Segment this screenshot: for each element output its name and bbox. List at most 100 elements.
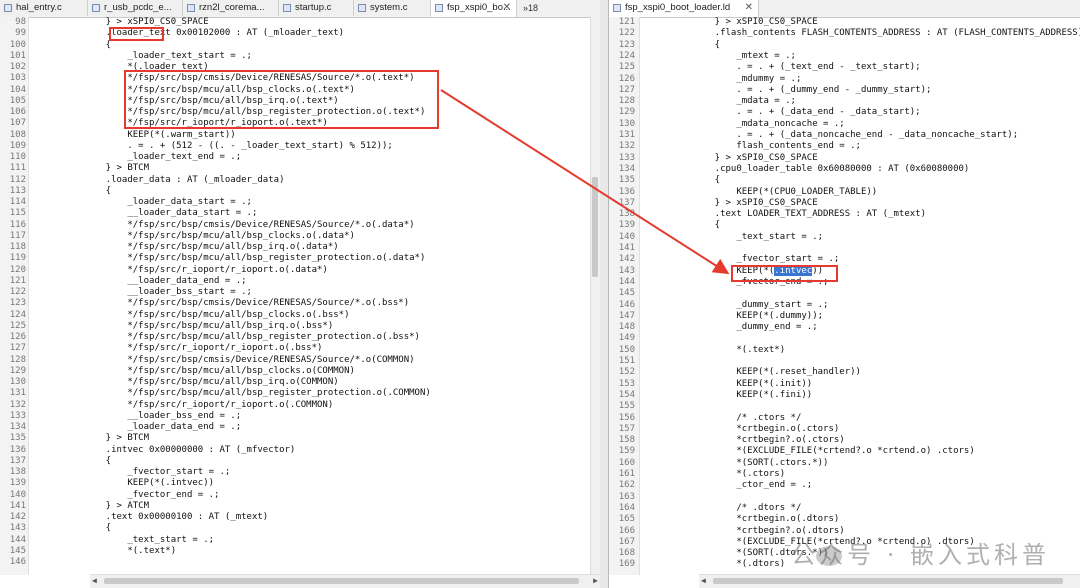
code-line: } > xSPI0_CS0_SPACE [693, 152, 818, 163]
code-line: .loader_data : AT (_mloader_data) [84, 174, 285, 185]
line-number: 162 [618, 480, 635, 491]
code-line: __loader_bss_end = .; [84, 410, 242, 421]
code-line: /* .ctors */ [693, 412, 802, 423]
code-line: *(.ctors) [693, 469, 786, 479]
right-hscroll-thumb[interactable] [713, 578, 1063, 584]
line-number: 150 [618, 344, 635, 355]
line-number: 123 [618, 39, 635, 50]
line-number: 121 [618, 17, 635, 27]
code-line: __loader_data_end = .; [84, 275, 247, 286]
line-number: 168 [618, 548, 635, 559]
close-tab-icon[interactable]: ✕ [745, 0, 753, 16]
line-number: 154 [618, 389, 635, 400]
code-line: { [84, 185, 112, 196]
line-number: 130 [618, 118, 635, 129]
line-number: 111 [9, 163, 26, 174]
line-number: 137 [9, 455, 26, 466]
line-number: 138 [618, 209, 635, 220]
code-line: KEEP(*(.dummy)); [693, 310, 824, 321]
code-line: .loader_text 0x00102000 : AT (_mloader_t… [84, 28, 345, 39]
code-line: KEEP(*(CPU0_LOADER_TABLE)) [693, 186, 878, 197]
tab-left-1[interactable]: r_usb_pcdc_e... [88, 0, 183, 16]
left-hscroll-thumb[interactable] [104, 578, 579, 584]
tab-left-4[interactable]: system.c [354, 0, 431, 16]
line-number: 139 [618, 220, 635, 231]
line-number: 164 [618, 502, 635, 513]
code-line: *(.text*) [84, 545, 177, 556]
tab-left-5[interactable]: fsp_xspi0_bo... ✕ [431, 0, 517, 17]
code-line: } > xSPI0_CS0_SPACE [693, 17, 818, 27]
close-tab-icon[interactable]: ✕ [503, 0, 511, 16]
tab-overflow-button[interactable]: »18 [523, 0, 538, 16]
code-line: _fvector_end = .; [693, 276, 829, 287]
code-line: _fvector_end = .; [84, 489, 220, 500]
line-number: 115 [9, 208, 26, 219]
line-number: 135 [9, 433, 26, 444]
line-number: 131 [618, 130, 635, 140]
line-number: 100 [9, 39, 26, 50]
line-number: 145 [9, 545, 26, 556]
code-line: *crtbegin?.o(.ctors) [693, 435, 845, 446]
left-code-area[interactable]: 98 } > xSPI0_CS0_SPACE 99 .loader_text 0x… [0, 17, 590, 575]
code-line: { [84, 455, 112, 466]
code-line: _text_start = .; [84, 534, 215, 545]
scroll-left-arrow-icon[interactable]: ◀ [701, 575, 706, 587]
code-line: */fsp/src/bsp/mcu/all/bsp_irq.o(.text*) [84, 95, 339, 106]
line-number: 134 [9, 422, 26, 432]
tab-right-0[interactable]: fsp_xspi0_boot_loader.ld ✕ [609, 0, 759, 17]
code-line: */fsp/src/bsp/cmsis/Device/RENESAS/Sourc… [84, 298, 410, 309]
line-number: 116 [9, 219, 26, 230]
code-line: } > BTCM [84, 163, 150, 174]
line-number: 151 [618, 356, 635, 366]
line-number: 104 [9, 84, 26, 95]
right-horizontal-scrollbar[interactable]: ◀ [699, 574, 1080, 588]
line-number: 136 [618, 186, 635, 197]
line-number: 124 [9, 309, 26, 320]
highlighted-token: .intvec [774, 265, 813, 276]
line-number: 105 [9, 95, 26, 106]
line-number: 102 [9, 62, 26, 72]
left-vertical-scrollbar[interactable] [590, 17, 600, 575]
line-number: 121 [9, 275, 26, 286]
code-line: */fsp/src/r_ioport/r_ioport.o(.bss*) [84, 343, 323, 354]
line-number: 117 [9, 230, 26, 241]
line-number: 108 [9, 129, 26, 140]
code-line: /* .dtors */ [693, 502, 802, 513]
line-number: 141 [9, 500, 26, 511]
line-number: 144 [618, 276, 635, 287]
code-line: { [693, 220, 721, 231]
code-line: { [693, 39, 721, 50]
left-scroll-thumb[interactable] [592, 177, 598, 277]
code-line: { [84, 39, 112, 50]
tab-left-3[interactable]: startup.c [279, 0, 354, 16]
line-number: 165 [618, 514, 635, 525]
code-line: KEEP(*(.warm_start)) [84, 129, 236, 140]
line-number: 129 [618, 107, 635, 118]
line-number: 143 [9, 523, 26, 534]
code-line: KEEP(*(.init)) [693, 378, 813, 389]
right-code-area[interactable]: 121 } > xSPI0_CS0_SPACE 122 .flash_conten… [609, 17, 1080, 575]
line-number: 101 [9, 50, 26, 61]
code-line: _ctor_end = .; [693, 480, 813, 491]
line-number: 167 [618, 536, 635, 547]
line-number: 141 [618, 243, 635, 253]
line-number: 124 [618, 50, 635, 61]
line-number: 128 [9, 354, 26, 365]
code-line: } > BTCM [84, 433, 150, 444]
line-number: 155 [618, 401, 635, 412]
line-number: 159 [618, 446, 635, 457]
code-line: */fsp/src/bsp/cmsis/Device/RENESAS/Sourc… [84, 73, 415, 84]
pane-splitter[interactable] [600, 0, 608, 588]
line-number: 148 [618, 322, 635, 333]
line-number: 127 [9, 343, 26, 354]
tab-left-2[interactable]: rzn2l_corema... [183, 0, 279, 16]
tab-left-0[interactable]: hal_entry.c [0, 0, 88, 16]
scroll-right-arrow-icon[interactable]: ▶ [593, 575, 598, 587]
tab-label: r_usb_pcdc_e... [104, 2, 172, 13]
code-line: _dummy_start = .; [693, 299, 829, 310]
code-line: _fvector_start = .; [693, 254, 840, 265]
line-number: 129 [9, 365, 26, 376]
scroll-left-arrow-icon[interactable]: ◀ [92, 575, 97, 587]
code-line: */fsp/src/bsp/cmsis/Device/RENESAS/Sourc… [84, 219, 415, 230]
left-horizontal-scrollbar[interactable]: ◀ ▶ [90, 574, 600, 588]
